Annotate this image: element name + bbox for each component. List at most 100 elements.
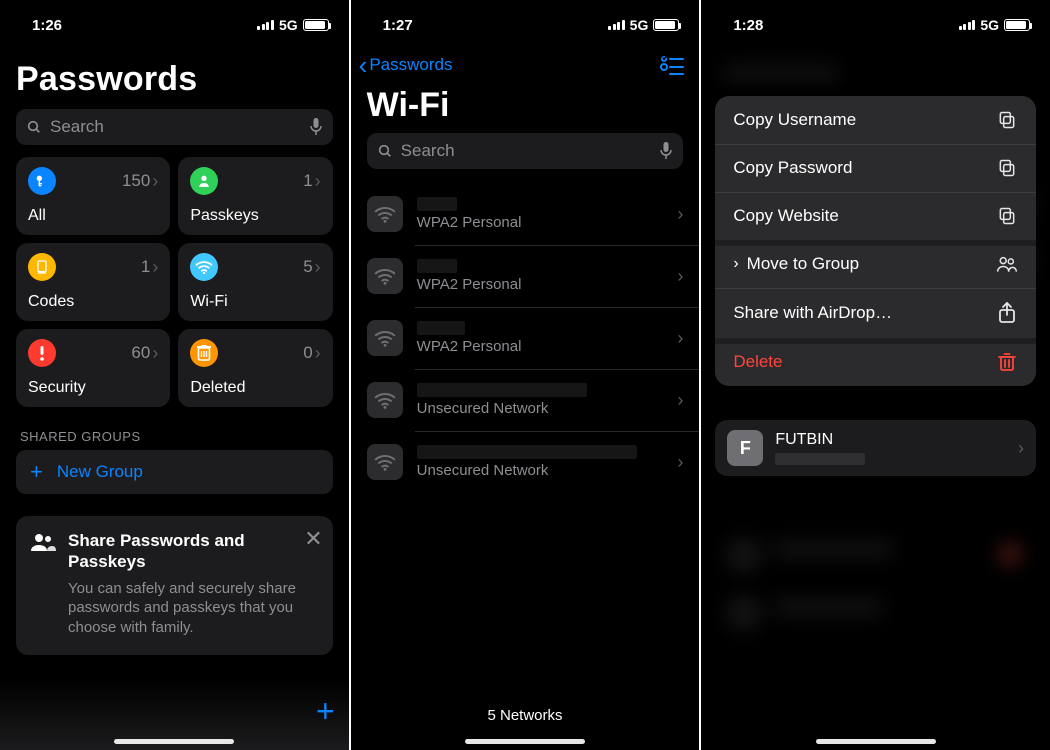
home-indicator[interactable] bbox=[816, 739, 936, 744]
search-input[interactable]: Search bbox=[16, 109, 333, 145]
all-icon bbox=[28, 167, 56, 195]
redacted-subtitle bbox=[775, 453, 865, 465]
redacted-ssid bbox=[417, 197, 457, 211]
search-icon bbox=[377, 143, 393, 159]
deleted-icon bbox=[190, 339, 218, 367]
signal-icon bbox=[608, 20, 625, 30]
status-network: 5G bbox=[279, 17, 298, 33]
tile-deleted[interactable]: 0›Deleted bbox=[178, 329, 332, 407]
network-count: 5 Networks bbox=[351, 707, 700, 724]
wifi-icon bbox=[367, 382, 403, 418]
wifi-row[interactable]: WPA2 Personal› bbox=[351, 307, 700, 369]
wifi-icon bbox=[367, 196, 403, 232]
wifi-icon bbox=[190, 253, 218, 281]
battery-icon bbox=[1004, 19, 1030, 31]
tile-count: 60 bbox=[131, 343, 150, 363]
close-icon[interactable]: ✕ bbox=[304, 526, 322, 552]
chevron-right-icon: › bbox=[315, 171, 321, 192]
passkeys-icon bbox=[190, 167, 218, 195]
tile-label: Security bbox=[28, 379, 158, 397]
ctx-move-to-group[interactable]: ›Move to Group bbox=[715, 240, 1036, 288]
wifi-row[interactable]: Unsecured Network › bbox=[351, 431, 700, 493]
tile-all[interactable]: 150›All bbox=[16, 157, 170, 235]
wifi-security: Unsecured Network bbox=[417, 400, 664, 417]
home-indicator[interactable] bbox=[465, 739, 585, 744]
wifi-security: Unsecured Network bbox=[417, 462, 664, 479]
search-placeholder: Search bbox=[50, 117, 301, 137]
ctx-label: Delete bbox=[733, 352, 782, 372]
status-time: 1:28 bbox=[733, 17, 763, 34]
wifi-icon bbox=[367, 444, 403, 480]
chevron-left-icon: ‹ bbox=[359, 52, 368, 78]
new-group-button[interactable]: + New Group bbox=[16, 450, 333, 494]
wifi-row[interactable]: Unsecured Network › bbox=[351, 369, 700, 431]
wifi-row[interactable]: WPA2 Personal› bbox=[351, 183, 700, 245]
chevron-right-icon: › bbox=[677, 328, 683, 349]
tile-codes[interactable]: 1›Codes bbox=[16, 243, 170, 321]
share-card-title: Share Passwords and Passkeys bbox=[68, 530, 319, 573]
search-input[interactable]: Search bbox=[367, 133, 684, 169]
status-network: 5G bbox=[980, 17, 999, 33]
signal-icon bbox=[959, 20, 976, 30]
redacted-ssid bbox=[417, 445, 637, 459]
tile-count: 1 bbox=[141, 257, 150, 277]
ctx-label: Copy Username bbox=[733, 110, 856, 130]
tile-passkeys[interactable]: 1›Passkeys bbox=[178, 157, 332, 235]
screen-wifi-list: 1:27 5G ‹ Passwords Wi bbox=[351, 0, 702, 750]
back-button[interactable]: ‹ Passwords bbox=[359, 52, 453, 78]
tile-label: Deleted bbox=[190, 379, 320, 397]
avatar: F bbox=[727, 430, 763, 466]
tile-count: 5 bbox=[303, 257, 312, 277]
tile-label: Passkeys bbox=[190, 207, 320, 225]
page-title: Wi-Fi bbox=[367, 86, 684, 125]
tile-count: 0 bbox=[303, 343, 312, 363]
tile-security[interactable]: 60› Security bbox=[16, 329, 170, 407]
chevron-right-icon: › bbox=[315, 257, 321, 278]
copy-icon bbox=[996, 206, 1018, 226]
battery-icon bbox=[303, 19, 329, 31]
plus-icon: + bbox=[30, 461, 43, 483]
chevron-right-icon: › bbox=[152, 343, 158, 364]
ctx-copy-username[interactable]: Copy Username bbox=[715, 96, 1036, 144]
ctx-label: Move to Group bbox=[747, 254, 859, 274]
share-passwords-card[interactable]: ✕ Share Passwords and Passkeys You can s… bbox=[16, 516, 333, 655]
ctx-copy-password[interactable]: Copy Password bbox=[715, 144, 1036, 192]
add-button[interactable]: + bbox=[316, 693, 335, 730]
copy-icon bbox=[996, 158, 1018, 178]
ctx-label: Share with AirDrop… bbox=[733, 303, 892, 323]
page-title: Passwords bbox=[16, 60, 333, 99]
chevron-right-icon: › bbox=[1018, 438, 1024, 459]
chevron-right-icon: › bbox=[152, 171, 158, 192]
chevron-right-icon: › bbox=[677, 390, 683, 411]
ctx-label: Copy Password bbox=[733, 158, 852, 178]
chevron-right-icon: › bbox=[677, 266, 683, 287]
share-icon bbox=[996, 302, 1018, 324]
redacted-ssid bbox=[417, 259, 457, 273]
ctx-copy-website[interactable]: Copy Website bbox=[715, 192, 1036, 240]
mic-icon[interactable] bbox=[309, 118, 323, 136]
tile-label: Codes bbox=[28, 293, 158, 311]
tile-label: Wi-Fi bbox=[190, 293, 320, 311]
wifi-row[interactable]: WPA2 Personal› bbox=[351, 245, 700, 307]
chevron-right-icon: › bbox=[677, 452, 683, 473]
status-time: 1:27 bbox=[383, 17, 413, 34]
back-label: Passwords bbox=[369, 55, 452, 75]
screen-context-menu: 1:28 5G Copy Username Copy Password Copy W… bbox=[701, 0, 1050, 750]
context-menu: Copy Username Copy Password Copy Website ›M… bbox=[715, 96, 1036, 386]
wifi-icon bbox=[367, 320, 403, 356]
sort-button[interactable] bbox=[659, 54, 685, 76]
list-item[interactable]: F FUTBIN › bbox=[715, 420, 1036, 476]
ctx-label: Copy Website bbox=[733, 206, 839, 226]
wifi-icon bbox=[367, 258, 403, 294]
search-icon bbox=[26, 119, 42, 135]
ctx-delete[interactable]: Delete bbox=[715, 338, 1036, 386]
people-icon bbox=[996, 255, 1018, 273]
ctx-share-with-airdrop[interactable]: Share with AirDrop… bbox=[715, 288, 1036, 338]
tile-count: 150 bbox=[122, 171, 150, 191]
home-indicator[interactable] bbox=[114, 739, 234, 744]
screen-passwords-home: 1:26 5G Passwords Search 150›All1›Passke… bbox=[0, 0, 351, 750]
share-card-body: You can safely and securely share passwo… bbox=[68, 579, 319, 638]
tile-wifi[interactable]: 5› Wi-Fi bbox=[178, 243, 332, 321]
signal-icon bbox=[257, 20, 274, 30]
mic-icon[interactable] bbox=[659, 142, 673, 160]
